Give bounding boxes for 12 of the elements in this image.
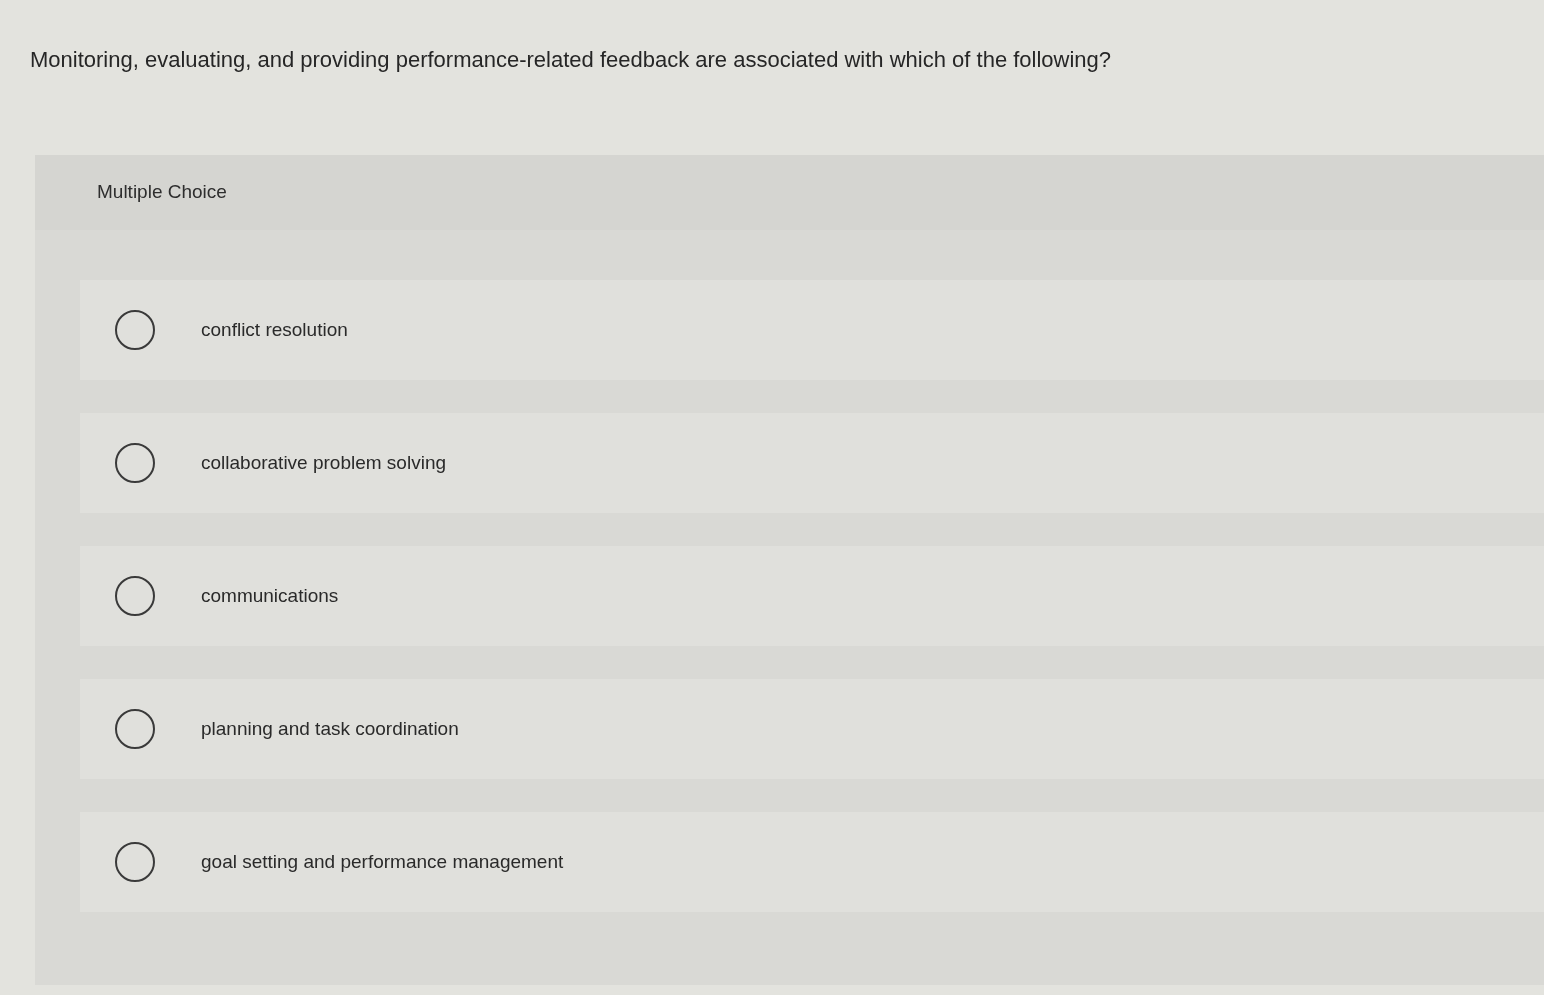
option-label: collaborative problem solving <box>201 450 446 475</box>
radio-button[interactable] <box>115 443 155 483</box>
question-text: Monitoring, evaluating, and providing performance-related feedback are associated with which of the following? <box>30 46 1112 74</box>
option-label: goal setting and performance management <box>201 849 564 874</box>
question-type-label: Multiple Choice <box>97 180 227 205</box>
radio-button[interactable] <box>115 310 155 350</box>
option-label: conflict resolution <box>201 317 348 342</box>
radio-button[interactable] <box>115 842 155 882</box>
radio-button[interactable] <box>115 576 155 616</box>
radio-button[interactable] <box>115 709 155 749</box>
option-label: communications <box>201 583 339 608</box>
option-label: planning and task coordination <box>201 716 459 741</box>
